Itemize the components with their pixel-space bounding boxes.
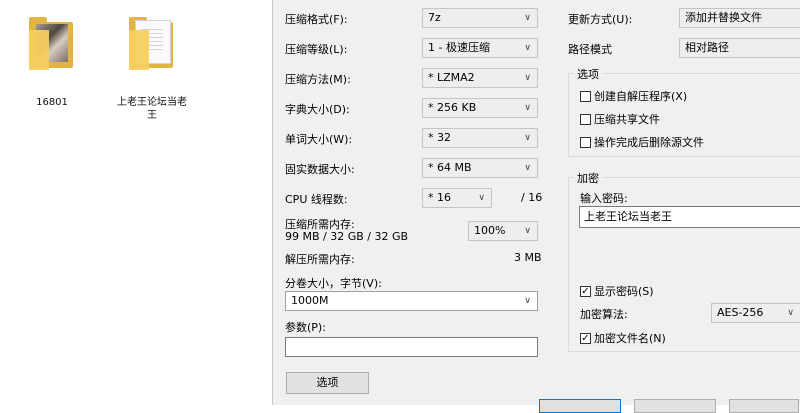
encrypt-names-label: 加密文件名(N) xyxy=(594,332,666,345)
password-label: 输入密码: xyxy=(580,192,628,205)
show-password-checkbox[interactable]: ✓ 显示密码(S) xyxy=(580,283,654,299)
level-label: 压缩等级(L): xyxy=(285,43,348,56)
chevron-down-icon: ∨ xyxy=(524,13,531,23)
chevron-down-icon: ∨ xyxy=(524,133,531,143)
word-select[interactable]: * 32 ∨ xyxy=(422,128,538,148)
delete-source-checkbox[interactable]: 操作完成后删除源文件 xyxy=(580,134,704,150)
chevron-down-icon: ∨ xyxy=(524,296,531,306)
update-mode-select[interactable]: 添加并替换文件 xyxy=(679,8,800,28)
mem-decomp-label: 解压所需内存: xyxy=(285,253,355,266)
solid-label: 固实数据大小: xyxy=(285,163,355,176)
enc-method-label: 加密算法: xyxy=(580,308,628,321)
password-input[interactable]: 上老王论坛当老王 xyxy=(579,206,800,228)
level-value: 1 - 极速压缩 xyxy=(428,41,490,54)
level-select[interactable]: 1 - 极速压缩 ∨ xyxy=(422,38,538,58)
sfx-checkbox[interactable]: 创建自解压程序(X) xyxy=(580,88,687,104)
encryption-group-title: 加密 xyxy=(574,170,602,186)
encrypt-names-checkbox[interactable]: ✓ 加密文件名(N) xyxy=(580,330,666,346)
path-mode-label: 路径模式 xyxy=(568,43,612,56)
options-button[interactable]: 选项 xyxy=(286,372,369,394)
chevron-down-icon: ∨ xyxy=(524,73,531,83)
threads-select[interactable]: * 16 ∨ xyxy=(422,188,492,208)
sfx-label: 创建自解压程序(X) xyxy=(594,90,688,103)
solid-value: * 64 MB xyxy=(428,161,472,174)
delete-source-label: 操作完成后删除源文件 xyxy=(594,136,704,149)
ok-button[interactable] xyxy=(539,399,621,413)
cancel-button[interactable] xyxy=(634,399,716,413)
checkbox-unchecked-icon xyxy=(580,90,591,102)
chevron-down-icon: ∨ xyxy=(787,308,794,318)
dict-value: * 256 KB xyxy=(428,101,477,114)
shared-checkbox[interactable]: 压缩共享文件 xyxy=(580,111,660,127)
dict-select[interactable]: * 256 KB ∨ xyxy=(422,98,538,118)
params-input[interactable] xyxy=(285,337,538,357)
path-mode-select[interactable]: 相对路径 xyxy=(679,38,800,58)
split-value: 1000M xyxy=(291,294,329,307)
shared-label: 压缩共享文件 xyxy=(594,113,660,126)
method-value: * LZMA2 xyxy=(428,71,475,84)
checkbox-checked-icon: ✓ xyxy=(580,285,591,297)
checkbox-unchecked-icon xyxy=(580,113,591,125)
threads-value: * 16 xyxy=(428,191,451,204)
chevron-down-icon: ∨ xyxy=(524,103,531,113)
threads-max: / 16 xyxy=(521,191,543,204)
help-button[interactable] xyxy=(729,399,799,413)
format-label: 压缩格式(F): xyxy=(285,13,348,26)
checkbox-unchecked-icon xyxy=(580,136,591,148)
enc-method-select[interactable]: AES-256 ∨ xyxy=(711,303,800,323)
desktop: 16801 上老王论坛当老 王 xyxy=(0,0,272,405)
format-select[interactable]: 7z ∨ xyxy=(422,8,538,28)
split-label: 分卷大小，字节(V): xyxy=(285,277,382,290)
desktop-folder-16801[interactable]: 16801 xyxy=(20,14,84,109)
format-value: 7z xyxy=(428,11,441,24)
split-select[interactable]: 1000M ∨ xyxy=(285,291,538,311)
folder-with-documents-icon xyxy=(127,14,177,70)
method-select[interactable]: * LZMA2 ∨ xyxy=(422,68,538,88)
desktop-folder-laowang[interactable]: 上老王论坛当老 王 xyxy=(112,14,192,122)
folder-label: 上老王论坛当老 王 xyxy=(117,97,187,121)
folder-with-photo-icon xyxy=(27,14,77,70)
folder-label: 16801 xyxy=(36,97,68,108)
show-password-label: 显示密码(S) xyxy=(594,285,654,298)
word-label: 单词大小(W): xyxy=(285,133,353,146)
chevron-down-icon: ∨ xyxy=(478,193,485,203)
mem-decomp-value: 3 MB xyxy=(514,251,542,264)
update-mode-value: 添加并替换文件 xyxy=(685,11,762,24)
update-mode-label: 更新方式(U): xyxy=(568,13,633,26)
chevron-down-icon: ∨ xyxy=(524,43,531,53)
enc-method-value: AES-256 xyxy=(717,306,764,319)
checkbox-checked-icon: ✓ xyxy=(580,332,591,344)
chevron-down-icon: ∨ xyxy=(524,226,531,236)
path-mode-value: 相对路径 xyxy=(685,41,729,54)
mem-percent-select[interactable]: 100% ∨ xyxy=(468,221,538,241)
mem-comp-value: 99 MB / 32 GB / 32 GB xyxy=(285,230,409,243)
chevron-down-icon: ∨ xyxy=(524,163,531,173)
word-value: * 32 xyxy=(428,131,451,144)
solid-select[interactable]: * 64 MB ∨ xyxy=(422,158,538,178)
threads-label: CPU 线程数: xyxy=(285,193,348,206)
archive-settings-dialog: 压缩格式(F): 7z ∨ 压缩等级(L): 1 - 极速压缩 ∨ 压缩方法(M):… xyxy=(272,0,800,413)
params-label: 参数(P): xyxy=(285,321,326,334)
method-label: 压缩方法(M): xyxy=(285,73,351,86)
dict-label: 字典大小(D): xyxy=(285,103,350,116)
options-group-title: 选项 xyxy=(574,66,602,82)
mem-percent-value: 100% xyxy=(474,224,506,237)
